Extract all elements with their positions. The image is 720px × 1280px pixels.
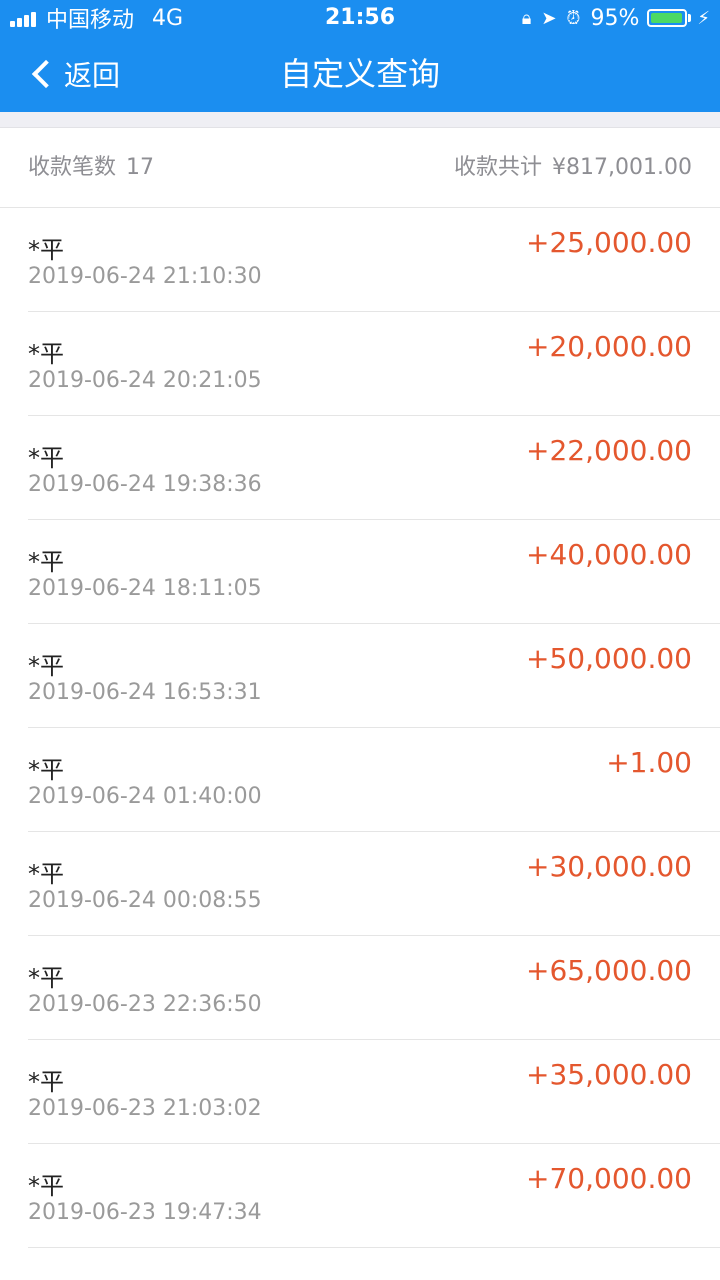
transaction-time: 2019-06-24 21:10:30	[28, 264, 262, 289]
transaction-row[interactable]: *平 2019-06-24 01:40:00 +1.00	[28, 728, 720, 832]
transaction-row[interactable]: *平 2019-06-24 20:21:05 +20,000.00	[28, 312, 720, 416]
transaction-time: 2019-06-24 01:40:00	[28, 784, 262, 809]
orientation-lock-icon: 🔒︎	[521, 7, 532, 29]
transaction-amount: +20,000.00	[526, 330, 692, 363]
transaction-time: 2019-06-24 20:21:05	[28, 368, 262, 393]
status-right: 🔒︎ ➤ ⏰︎ 95% ⚡︎	[512, 5, 710, 31]
transaction-amount: +65,000.00	[526, 954, 692, 987]
alarm-icon: ⏰︎	[566, 7, 581, 29]
transaction-row[interactable]: *平 2019-06-23 21:03:02 +35,000.00	[28, 1040, 720, 1144]
payer-name: *平	[28, 444, 64, 472]
transaction-amount: +70,000.00	[526, 1162, 692, 1195]
transaction-list: *平 2019-06-24 21:10:30 +25,000.00 *平 201…	[0, 208, 720, 1248]
transaction-time: 2019-06-23 21:03:02	[28, 1096, 262, 1121]
payment-count-label: 收款笔数	[28, 155, 117, 180]
payer-name: *平	[28, 860, 64, 888]
transaction-time: 2019-06-24 16:53:31	[28, 680, 262, 705]
summary-bar: 收款笔数 17 收款共计 ¥817,001.00	[0, 128, 720, 208]
payment-total-label: 收款共计	[454, 155, 543, 180]
transaction-amount: +40,000.00	[526, 538, 692, 571]
location-arrow-icon: ➤	[541, 7, 557, 29]
transaction-amount: +35,000.00	[526, 1058, 692, 1091]
payer-name: *平	[28, 964, 64, 992]
payer-name: *平	[28, 548, 64, 576]
nav-bar: 返回 自定义查询	[0, 36, 720, 112]
transaction-time: 2019-06-24 18:11:05	[28, 576, 262, 601]
page-title: 自定义查询	[279, 55, 440, 93]
payer-name: *平	[28, 1172, 64, 1200]
transaction-row[interactable]: *平 2019-06-24 16:53:31 +50,000.00	[28, 624, 720, 728]
transaction-time: 2019-06-23 22:36:50	[28, 992, 262, 1017]
payment-count-value: 17	[126, 155, 155, 180]
payment-count: 收款笔数 17	[28, 128, 154, 208]
transaction-amount: +1.00	[606, 746, 692, 779]
payer-name: *平	[28, 756, 64, 784]
transaction-row[interactable]: *平 2019-06-24 21:10:30 +25,000.00	[28, 208, 720, 312]
payer-name: *平	[28, 236, 64, 264]
charging-bolt-icon: ⚡︎	[697, 7, 710, 29]
transaction-row[interactable]: *平 2019-06-23 19:47:34 +70,000.00	[28, 1144, 720, 1248]
payer-name: *平	[28, 340, 64, 368]
transaction-row[interactable]: *平 2019-06-23 22:36:50 +65,000.00	[28, 936, 720, 1040]
transaction-amount: +25,000.00	[526, 226, 692, 259]
payer-name: *平	[28, 1068, 64, 1096]
payer-name: *平	[28, 652, 64, 680]
payment-total-value: ¥817,001.00	[552, 155, 692, 180]
battery-level	[651, 13, 682, 23]
transaction-amount: +30,000.00	[526, 850, 692, 883]
transaction-time: 2019-06-24 19:38:36	[28, 472, 262, 497]
payment-total: 收款共计 ¥817,001.00	[454, 128, 692, 208]
transaction-amount: +50,000.00	[526, 642, 692, 675]
battery-icon	[647, 9, 688, 27]
header: 中国移动 4G 21:56 🔒︎ ➤ ⏰︎ 95% ⚡︎ 返回 自定义查询	[0, 0, 720, 112]
battery-cap	[688, 14, 692, 22]
transaction-time: 2019-06-24 00:08:55	[28, 888, 262, 913]
section-gap	[0, 112, 720, 128]
transaction-row[interactable]: *平 2019-06-24 19:38:36 +22,000.00	[28, 416, 720, 520]
transaction-row[interactable]: *平 2019-06-24 00:08:55 +30,000.00	[28, 832, 720, 936]
transaction-row[interactable]: *平 2019-06-24 18:11:05 +40,000.00	[28, 520, 720, 624]
transaction-amount: +22,000.00	[526, 434, 692, 467]
battery-percent: 95%	[590, 5, 640, 31]
status-bar: 中国移动 4G 21:56 🔒︎ ➤ ⏰︎ 95% ⚡︎	[0, 0, 720, 36]
transaction-time: 2019-06-23 19:47:34	[28, 1200, 262, 1225]
